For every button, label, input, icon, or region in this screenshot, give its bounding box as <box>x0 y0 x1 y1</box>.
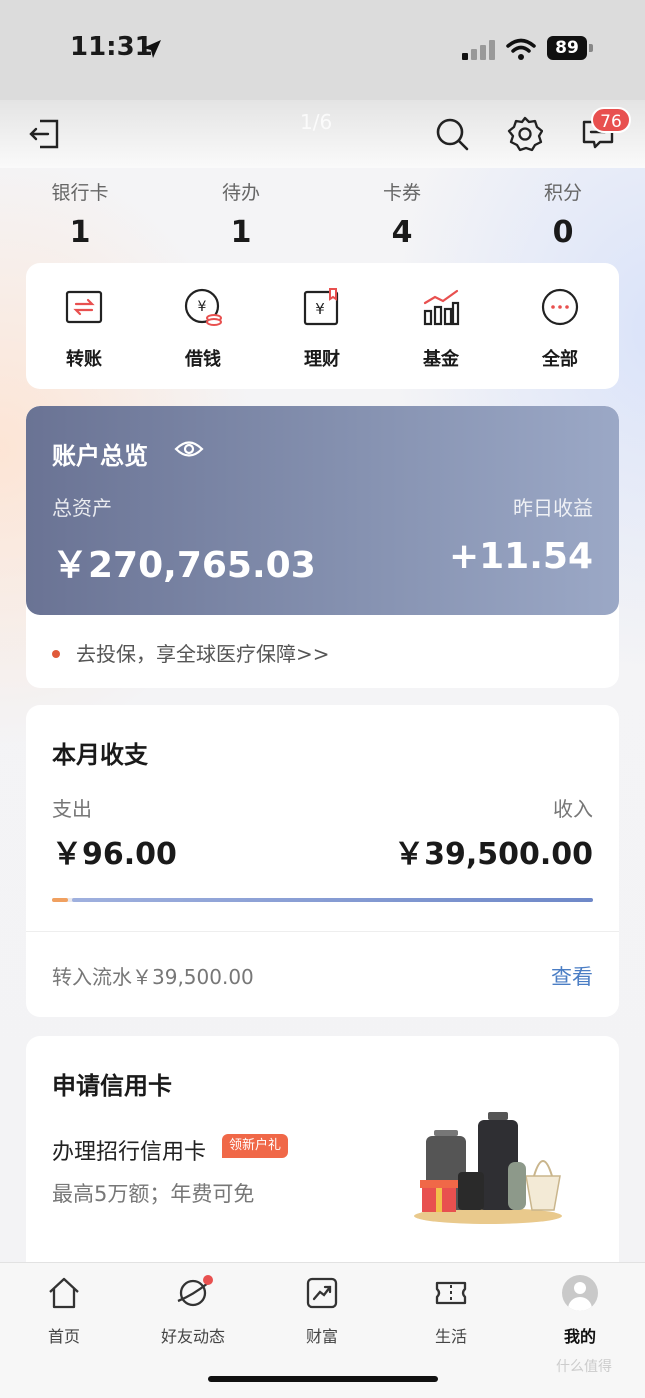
exit-icon[interactable] <box>26 116 62 152</box>
quick-action-transfer[interactable]: 转账 <box>44 287 124 371</box>
nav-label: 我的 <box>563 1327 596 1346</box>
location-arrow-icon <box>143 40 161 58</box>
nav-label: 财富 <box>305 1327 338 1346</box>
promo-text: 去投保，享全球医疗保障>> <box>76 642 330 666</box>
search-icon[interactable] <box>434 116 470 152</box>
message-badge: 76 <box>591 107 631 133</box>
total-assets-label: 总资产 <box>52 496 112 520</box>
transfer-icon <box>65 290 103 324</box>
quick-action-label: 基金 <box>423 349 459 370</box>
svg-text:¥: ¥ <box>315 300 325 318</box>
credit-card-name: 办理招行信用卡 <box>52 1140 207 1165</box>
avatar-icon <box>562 1275 598 1311</box>
quick-action-fund[interactable]: 基金 <box>401 287 481 371</box>
income-bar-segment <box>72 898 593 902</box>
monthly-summary-card: 本月收支 支出 收入 ￥96.00 ￥39,500.00 转入流水￥39,500… <box>26 705 619 1017</box>
gear-icon[interactable] <box>507 116 543 152</box>
nav-friends[interactable]: 好友动态 <box>143 1275 243 1347</box>
quick-action-label: 借钱 <box>185 349 221 370</box>
battery-indicator: 89 <box>547 36 587 60</box>
nav-label: 生活 <box>434 1327 467 1346</box>
nav-mine[interactable]: 我的 <box>530 1275 630 1347</box>
nav-label: 首页 <box>47 1327 80 1346</box>
cell-signal-icon <box>462 40 495 60</box>
nav-label: 好友动态 <box>160 1327 225 1346</box>
income-label: 收入 <box>553 797 593 821</box>
wifi-icon <box>506 38 536 60</box>
stat-coupons[interactable]: 卡券 4 <box>342 178 462 250</box>
chart-icon <box>306 1277 338 1309</box>
overview-title: 账户总览 <box>52 442 148 470</box>
account-overview-panel[interactable]: 账户总览 总资产 昨日收益 ￥270,765.03 +11.54 <box>26 406 619 615</box>
stat-bank-cards[interactable]: 银行卡 1 <box>20 178 140 250</box>
nav-life[interactable]: 生活 <box>401 1275 501 1347</box>
top-bar: 1/6 <box>0 100 645 168</box>
home-icon <box>49 1277 79 1309</box>
yesterday-yield-label: 昨日收益 <box>513 496 593 520</box>
stat-todo[interactable]: 待办 1 <box>181 178 301 250</box>
quick-action-label: 理财 <box>304 349 340 370</box>
borrow-icon: ¥ <box>184 288 222 326</box>
page-indicator: 1/6 <box>300 110 333 134</box>
divider <box>26 931 619 932</box>
notification-dot <box>203 1275 213 1285</box>
transfer-in-flow: 转入流水￥39,500.00 <box>52 965 254 989</box>
avatar-body <box>568 1297 592 1311</box>
view-link[interactable]: 查看 <box>551 961 593 991</box>
income-value: ￥39,500.00 <box>394 837 593 872</box>
stat-value: 1 <box>69 215 91 250</box>
stats-row: 银行卡 1 待办 1 卡券 4 积分 0 <box>0 168 645 258</box>
svg-text:¥: ¥ <box>198 299 207 315</box>
home-indicator[interactable] <box>208 1376 438 1382</box>
quick-actions-card: 转账 ¥ 借钱 ¥ 理财 基金 全部 <box>26 263 619 389</box>
credit-card-promo-card[interactable]: 申请信用卡 办理招行信用卡 领新户礼 最高5万额；年费可免 <box>26 1036 619 1276</box>
expense-label: 支出 <box>52 797 92 821</box>
quick-action-label: 全部 <box>542 349 578 370</box>
stat-points[interactable]: 积分 0 <box>503 178 623 250</box>
stat-label: 积分 <box>543 182 582 204</box>
quick-action-borrow[interactable]: ¥ 借钱 <box>163 287 243 371</box>
nav-wealth[interactable]: 财富 <box>272 1275 372 1347</box>
ticket-icon <box>435 1281 467 1305</box>
insurance-promo-link[interactable]: 去投保，享全球医疗保障>> <box>52 638 330 667</box>
account-overview-card: 账户总览 总资产 昨日收益 ￥270,765.03 +11.54 去投保，享全球… <box>26 406 619 688</box>
nav-home[interactable]: 首页 <box>14 1275 114 1347</box>
monthly-title: 本月收支 <box>52 741 148 769</box>
expense-bar-segment <box>52 898 68 902</box>
luggage-gift-illustration <box>414 1112 562 1224</box>
wealth-icon: ¥ <box>303 288 339 326</box>
quick-action-all[interactable]: 全部 <box>520 287 600 371</box>
total-assets-value: ￥270,765.03 <box>52 545 316 586</box>
expense-value: ￥96.00 <box>52 837 177 872</box>
quick-action-label: 转账 <box>66 349 102 370</box>
eye-icon[interactable] <box>174 438 204 460</box>
fund-icon <box>423 289 460 326</box>
quick-action-wealth[interactable]: ¥ 理财 <box>282 287 362 371</box>
stat-label: 卡券 <box>382 182 421 204</box>
stat-value: 1 <box>230 215 252 250</box>
credit-title: 申请信用卡 <box>52 1072 172 1100</box>
stat-label: 银行卡 <box>51 182 109 204</box>
yesterday-yield-value: +11.54 <box>448 536 593 577</box>
credit-subtitle: 最高5万额；年费可免 <box>52 1182 255 1206</box>
stat-label: 待办 <box>221 182 260 204</box>
stat-value: 4 <box>391 215 413 250</box>
watermark: 什么值得 <box>556 1359 612 1375</box>
stat-value: 0 <box>552 215 574 250</box>
new-user-gift-tag: 领新户礼 <box>222 1134 289 1158</box>
income-expense-bar <box>52 898 593 902</box>
status-bar: 11:31 89 <box>0 0 645 100</box>
more-icon <box>541 288 579 326</box>
avatar-head <box>574 1282 586 1294</box>
promo-dot <box>52 649 60 658</box>
battery-cap <box>589 44 593 52</box>
